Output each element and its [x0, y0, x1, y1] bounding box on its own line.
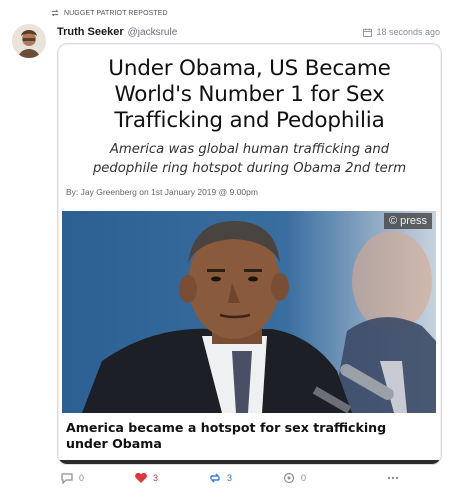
repost-icon: [51, 9, 59, 17]
subhead-line: pedophile ring hotspot during Obama 2nd …: [92, 161, 407, 176]
post-actions: 0 3 3 0: [60, 472, 400, 488]
like-count: 3: [153, 473, 159, 483]
article-photo: © press: [62, 211, 436, 413]
timestamp-text: 18 seconds ago: [376, 27, 440, 37]
repost-label: NUGGET PATRIOT REPOSTED: [64, 9, 168, 17]
photo-illustration: [62, 211, 436, 413]
reply-count: 0: [79, 473, 85, 483]
quote-button[interactable]: 0: [282, 472, 306, 484]
card-bottom-bar: [58, 460, 441, 464]
post-timestamp[interactable]: 18 seconds ago: [363, 27, 440, 37]
headline-line: World's Number 1 for Sex: [114, 82, 385, 107]
headline-line: Under Obama, US Became: [108, 56, 391, 81]
more-button[interactable]: [386, 472, 400, 484]
avatar-image: [12, 24, 46, 58]
display-name[interactable]: Truth Seeker: [57, 26, 124, 38]
more-icon: [387, 476, 399, 480]
article-byline: By: Jay Greenberg on 1st January 2019 @ …: [66, 187, 258, 197]
repost-indicator[interactable]: NUGGET PATRIOT REPOSTED: [50, 9, 168, 17]
caption-line: under Obama: [66, 436, 162, 451]
photo-caption: America became a hotspot for sex traffic…: [62, 420, 436, 452]
reply-button[interactable]: 0: [60, 472, 84, 484]
boost-button[interactable]: 3: [208, 472, 232, 484]
caption-line: America became a hotspot for sex traffic…: [66, 420, 387, 435]
like-button[interactable]: 3: [134, 472, 158, 484]
subhead-line: America was global human trafficking and: [109, 142, 390, 157]
headline-line: Trafficking and Pedophilia: [114, 108, 385, 133]
image-credit-badge: © press: [383, 213, 432, 229]
calendar-icon: [363, 27, 373, 37]
article-card[interactable]: Under Obama, US Became World's Number 1 …: [57, 43, 442, 465]
heart-icon: [135, 472, 147, 483]
boost-icon: [210, 473, 220, 483]
reply-icon: [61, 473, 73, 484]
quote-icon: [283, 472, 295, 484]
avatar[interactable]: [12, 24, 46, 58]
article-headline: Under Obama, US Became World's Number 1 …: [58, 56, 441, 134]
user-handle[interactable]: @jacksrule: [128, 27, 178, 38]
boost-count: 3: [227, 473, 233, 483]
post-header: Truth Seeker @jacksrule 18 seconds ago: [57, 24, 440, 40]
article-subheadline: America was global human trafficking and…: [58, 140, 441, 178]
quote-count: 0: [301, 473, 307, 483]
